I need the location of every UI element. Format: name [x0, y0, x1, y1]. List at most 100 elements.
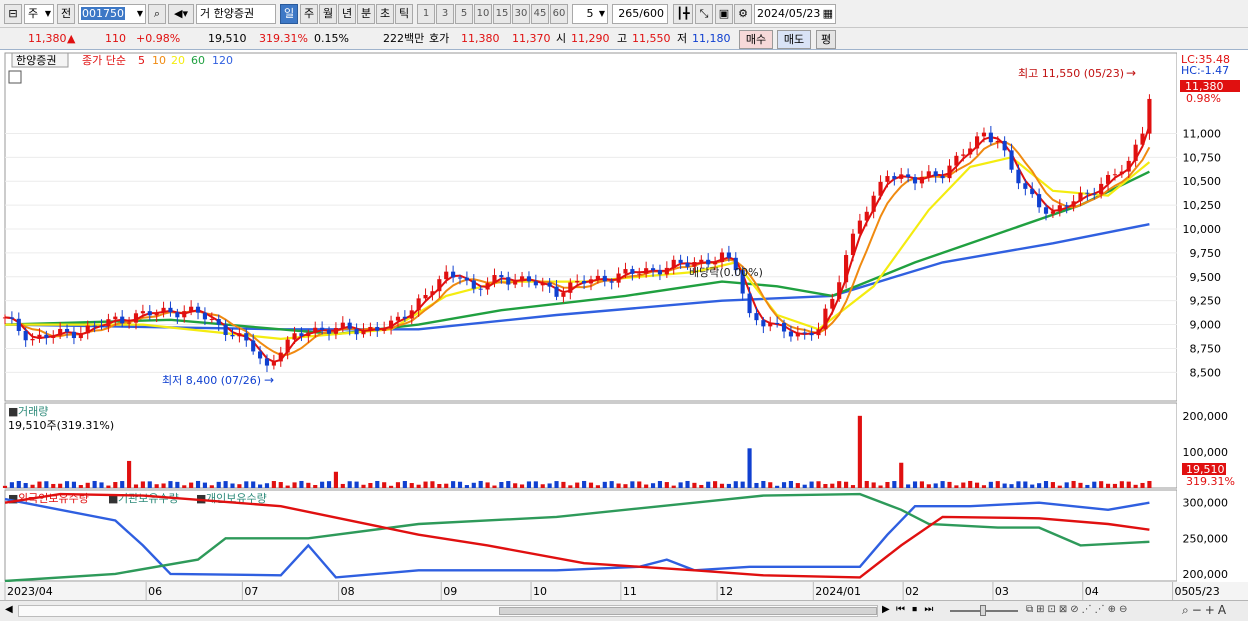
zoom-icons[interactable]: ⌕−+A [1182, 603, 1229, 618]
x-tick-label: 2024/01 [815, 585, 861, 598]
volume-bar [258, 484, 263, 488]
layout-icon[interactable]: ⊟ [4, 4, 22, 24]
interval-60[interactable]: 60 [550, 4, 568, 24]
search-icon[interactable]: ⌕ [148, 4, 166, 24]
candle-body [375, 326, 380, 331]
chart-svg[interactable]: 11,000 10,750 10,500 10,250 10,000 9,750 9,500… [0, 51, 1248, 600]
trade-amount: 222백만 [383, 32, 425, 45]
interval-1[interactable]: 1 [417, 4, 435, 24]
volume-bar [23, 483, 28, 488]
period-second[interactable]: 초 [376, 4, 394, 24]
x-tick-label: 07 [244, 585, 258, 598]
candle-body [588, 279, 594, 284]
candle-body [602, 275, 607, 282]
volume-bar [471, 482, 476, 488]
interval-5[interactable]: 5 [455, 4, 473, 24]
gear-icon[interactable]: ⚙ [734, 4, 752, 24]
count-field[interactable]: 265/600 [612, 4, 668, 24]
candle-body [58, 328, 63, 336]
interval-30[interactable]: 30 [512, 4, 530, 24]
volume-bar [340, 483, 345, 488]
scroll-thumb[interactable] [499, 607, 877, 615]
period-minute[interactable]: 분 [357, 4, 375, 24]
volume-bar [657, 481, 663, 488]
interval-3[interactable]: 3 [436, 4, 454, 24]
volume-bar [747, 448, 752, 488]
candle-body [892, 176, 897, 179]
turnover: 0.15% [314, 32, 349, 45]
price-change: 110 [105, 32, 126, 45]
scroll-left-icon[interactable]: ◀ [5, 604, 13, 615]
playback-controls[interactable]: ⏮ ⏹ ⏭ [896, 604, 935, 615]
candle-body [933, 171, 938, 177]
period-year[interactable]: 년 [338, 4, 356, 24]
candle-body [320, 327, 325, 330]
interval-45[interactable]: 45 [531, 4, 549, 24]
volume-bar [713, 481, 718, 488]
volume-bar [823, 484, 828, 488]
volume-bar [106, 485, 111, 488]
candle-body [444, 271, 449, 280]
volume-bar [664, 482, 669, 488]
market-select[interactable]: 주 ▼ [24, 4, 54, 24]
sell-button[interactable]: 매도 [777, 30, 811, 49]
volume: 19,510 [208, 32, 247, 45]
date-field[interactable]: 2024/05/23 ▦ [754, 4, 836, 24]
period-tick[interactable]: 틱 [395, 4, 413, 24]
period-month[interactable]: 월 [319, 4, 337, 24]
interval-10[interactable]: 10 [474, 4, 492, 24]
interval-select[interactable]: 5 ▼ [572, 4, 608, 24]
period-day[interactable]: 일 [280, 4, 298, 24]
volume-bar [1016, 481, 1021, 488]
volume-bar [885, 481, 890, 488]
candle-body [78, 333, 83, 339]
volume-bar [575, 482, 580, 488]
x-tick-label: 12 [719, 585, 733, 598]
candle-body [251, 340, 256, 352]
save-icon[interactable]: ▣ [715, 4, 733, 24]
stock-name-field[interactable]: 거 한양증권 [196, 4, 276, 24]
candle-type-icon[interactable]: ┃╋ [673, 4, 693, 24]
candle-body [64, 328, 70, 332]
zoom-slider[interactable] [950, 605, 1018, 616]
code-input[interactable]: 001750 ▼ [78, 4, 146, 24]
buy-button[interactable]: 매수 [739, 30, 773, 49]
candle-body [1092, 193, 1097, 195]
volume-bar [526, 481, 532, 488]
candle-body [127, 322, 132, 324]
candle-body [202, 312, 207, 320]
candle-body [389, 320, 394, 329]
candle-body [99, 325, 104, 327]
volume-bar [533, 481, 538, 488]
prev-button[interactable]: 전 [57, 4, 75, 24]
candle-body [113, 316, 118, 320]
candle-body [706, 259, 711, 265]
volume-bar [485, 482, 490, 488]
volume-bar [244, 481, 249, 488]
candle-body [513, 280, 518, 285]
volume-bar [347, 481, 352, 488]
volume-bar [1071, 480, 1076, 488]
chart-tool-icons[interactable]: ⧉⊞⊡⊠⊘⋰⋰⊕⊖ [1026, 604, 1130, 615]
scroll-track[interactable] [18, 605, 878, 617]
volume-bar [975, 482, 980, 488]
candle-body [678, 259, 683, 263]
interval-15[interactable]: 15 [493, 4, 511, 24]
candle-body [457, 277, 463, 279]
candle-body [850, 233, 856, 256]
volume-bar [306, 482, 311, 488]
current-price: 11,380 [28, 32, 67, 45]
period-week[interactable]: 주 [300, 4, 318, 24]
candle-body [71, 331, 77, 339]
volume-bar [444, 483, 449, 488]
draw-tool-icon[interactable]: ⤡ [695, 4, 713, 24]
chart-area[interactable]: 11,000 10,750 10,500 10,250 10,000 9,750 9,500… [0, 51, 1248, 600]
eval-button[interactable]: 평 [816, 30, 836, 49]
volume-tick-label: 100,000 [1183, 446, 1229, 459]
open-price: 11,290 [571, 32, 610, 45]
calendar-icon: ▦ [822, 7, 833, 20]
sound-icon[interactable]: ◀▾ [168, 4, 194, 24]
volume-bar [58, 483, 63, 488]
scroll-right-icon[interactable]: ▶ [882, 604, 890, 615]
zoom-slider-handle[interactable] [980, 605, 986, 616]
